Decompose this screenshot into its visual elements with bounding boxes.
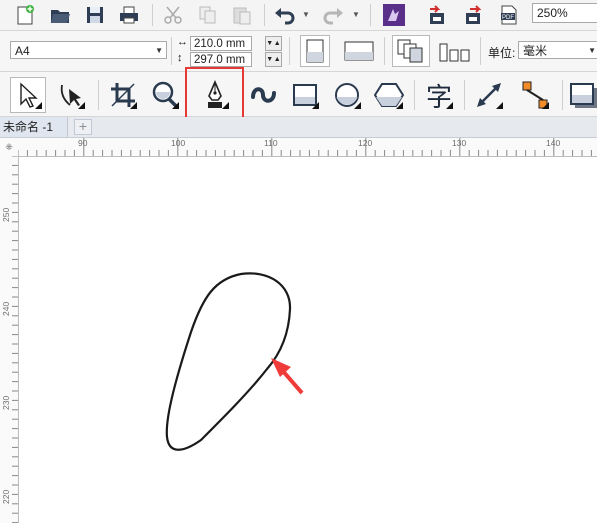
undo-dropdown-icon[interactable]: ▼ [302, 10, 310, 19]
ruler-h-label: 90 [78, 138, 88, 148]
ruler-h-label: 140 [546, 138, 561, 148]
width-icon: ↔ [177, 36, 188, 48]
standard-toolbar: ▼ ▼ PDF 250% [0, 0, 597, 31]
undo-icon[interactable] [272, 2, 298, 28]
landscape-orientation-button[interactable] [342, 38, 376, 64]
add-document-button[interactable]: + [74, 119, 92, 135]
chevron-down-icon: ▼ [155, 46, 163, 55]
publish-pdf-icon[interactable]: PDF [496, 2, 522, 28]
red-arrow-pointer-icon [271, 358, 304, 395]
save-icon[interactable] [82, 2, 108, 28]
page-size-select[interactable]: A4 ▼ [10, 41, 167, 59]
zoom-level-value: 250% [537, 6, 568, 20]
zoom-level-combo[interactable]: 250% [532, 3, 597, 23]
units-select[interactable]: 毫米 ▼ [518, 41, 597, 59]
open-folder-icon[interactable] [47, 2, 73, 28]
ruler-origin-icon[interactable]: ⁜ [0, 138, 19, 157]
units-label: 单位: [488, 46, 516, 60]
page-width-spinner[interactable]: ▼ ▲ [265, 36, 282, 51]
launcher-icon[interactable] [381, 2, 407, 28]
drawn-curve-shape[interactable] [165, 272, 292, 451]
horizontal-ruler[interactable]: 90 100 110 120 130 140 [18, 138, 597, 157]
portrait-orientation-button[interactable] [300, 35, 330, 67]
page-width-value: 210.0 mm [194, 38, 246, 50]
cut-icon[interactable] [160, 2, 186, 28]
print-icon[interactable] [116, 2, 142, 28]
ellipse-tool-icon[interactable] [330, 78, 364, 112]
drawing-canvas[interactable] [19, 157, 597, 523]
svg-text:PDF: PDF [502, 15, 514, 21]
page-height-value: 297.0 mm [194, 54, 246, 66]
redo-dropdown-icon[interactable]: ▼ [352, 10, 360, 19]
current-page-button[interactable] [437, 37, 473, 65]
ruler-h-label: 100 [171, 138, 186, 148]
import-icon[interactable] [424, 2, 450, 28]
polygon-tool-icon[interactable] [372, 78, 406, 112]
tab-untitled-1[interactable]: 未命名 -1 [0, 117, 68, 137]
connector-tool-icon[interactable] [518, 78, 552, 112]
drop-shadow-tool-icon[interactable] [566, 78, 597, 112]
zoom-tool-icon[interactable] [148, 78, 182, 112]
ruler-h-label: 120 [358, 138, 373, 148]
document-tab-bar: 未命名 -1 + [0, 117, 597, 138]
chevron-down-icon: ▼ [588, 46, 596, 55]
all-pages-button[interactable] [392, 35, 430, 67]
artistic-media-tool-icon[interactable] [247, 78, 281, 112]
page-height-spinner[interactable]: ▼ ▲ [265, 52, 282, 67]
paste-icon[interactable] [229, 2, 255, 28]
text-tool-icon[interactable]: 字 [422, 78, 456, 113]
page-size-value: A4 [15, 44, 30, 58]
height-icon: ↕ [177, 52, 183, 64]
dimension-tool-icon[interactable] [472, 78, 506, 112]
page-width-field[interactable]: 210.0 mm [190, 36, 252, 51]
pick-tool-icon[interactable] [10, 77, 46, 113]
new-document-icon[interactable] [12, 2, 38, 28]
vertical-ruler[interactable]: 250 240 230 220 [0, 156, 19, 523]
units-value: 毫米 [523, 44, 548, 58]
toolbox: 字 [0, 72, 597, 117]
redo-icon[interactable] [320, 2, 346, 28]
property-bar: A4 ▼ ↔ 210.0 mm ▼ ▲ ↕ 297.0 mm ▼ ▲ 单位: 毫米 … [0, 31, 597, 72]
page-height-field[interactable]: 297.0 mm [190, 52, 252, 67]
crop-tool-icon[interactable] [106, 78, 140, 112]
rectangle-tool-icon[interactable] [288, 78, 322, 112]
ruler-h-label: 110 [264, 138, 278, 148]
ruler-h-label: 130 [452, 138, 467, 148]
export-icon[interactable] [460, 2, 486, 28]
copy-icon[interactable] [195, 2, 221, 28]
shape-tool-icon[interactable] [54, 78, 88, 112]
